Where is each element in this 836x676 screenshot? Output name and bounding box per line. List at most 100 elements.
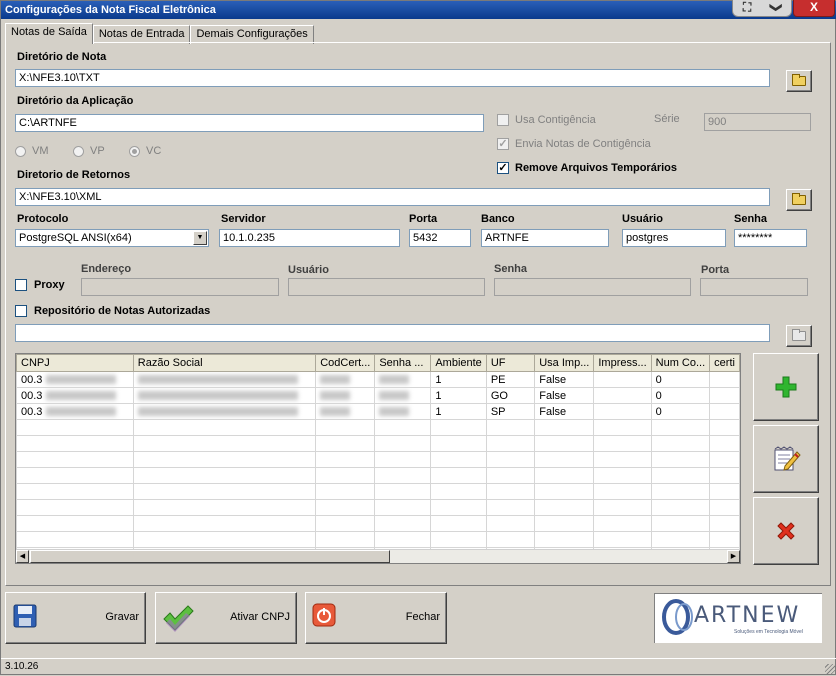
col-codcert[interactable]: CodCert...: [315, 354, 376, 372]
cell-cnpj: 00.3: [21, 389, 43, 402]
proxy-usuario-input[interactable]: [288, 278, 485, 296]
resize-grip-icon[interactable]: [825, 664, 835, 674]
banco-label: Banco: [481, 213, 515, 225]
add-button[interactable]: [753, 353, 819, 421]
col-certi[interactable]: certi: [709, 354, 740, 372]
cell-usa-imp: False: [534, 371, 595, 388]
tab-notas-saida[interactable]: Notas de Saída: [5, 23, 93, 44]
delete-icon: [777, 522, 795, 540]
radio-vm[interactable]: [15, 146, 26, 157]
horizontal-scrollbar[interactable]: ◀ ▶: [16, 549, 740, 563]
restore-icon[interactable]: ⛶: [743, 0, 751, 16]
tab-strip: Notas de Saída Notas de Entrada Demais C…: [5, 23, 314, 44]
folder-icon: [792, 74, 806, 86]
radio-vc-label: VC: [146, 145, 162, 157]
col-cnpj[interactable]: CNPJ: [16, 354, 134, 372]
usuario-input[interactable]: postgres: [622, 229, 726, 247]
checkmark-icon: [163, 605, 194, 632]
grid-header-row: CNPJ Razão Social CodCert... Senha ... A…: [16, 354, 740, 372]
redacted: [46, 391, 117, 401]
window-extra-buttons[interactable]: ⛶ ❯: [732, 0, 792, 17]
cell-certi: [709, 371, 740, 388]
save-icon: [13, 604, 37, 628]
protocolo-select[interactable]: PostgreSQL ANSI(x64) ▼: [15, 229, 209, 247]
redacted: [379, 391, 410, 401]
dir-nota-input[interactable]: X:\NFE3.10\TXT: [15, 69, 770, 87]
cell-impress: [593, 371, 652, 388]
main-window: Configurações da Nota Fiscal Eletrônica …: [0, 0, 836, 675]
close-button[interactable]: X: [793, 0, 835, 17]
radio-vc[interactable]: [129, 146, 140, 157]
col-usa-imp[interactable]: Usa Imp...: [534, 354, 595, 372]
cell-usa-imp: False: [534, 403, 595, 420]
radio-vp[interactable]: [73, 146, 84, 157]
porta-input[interactable]: 5432: [409, 229, 471, 247]
radio-vp-label: VP: [90, 145, 105, 157]
ativar-cnpj-label: Ativar CNPJ: [230, 611, 290, 623]
col-razao-social[interactable]: Razão Social: [132, 354, 317, 372]
col-senha[interactable]: Senha ...: [374, 354, 432, 372]
logo-tagline: Soluções em Tecnologia Móvel: [734, 629, 803, 635]
chevron-down-icon[interactable]: ❯: [768, 2, 785, 12]
proxy-senha-label: Senha: [494, 263, 528, 275]
table-row[interactable]: 00.3 1 GO False 0: [16, 387, 740, 404]
folder-icon: [792, 193, 806, 205]
envia-notas-checkbox[interactable]: ✓: [497, 138, 509, 150]
repositorio-checkbox[interactable]: [15, 305, 27, 317]
banco-input[interactable]: ARTNFE: [481, 229, 609, 247]
scroll-left-icon[interactable]: ◀: [16, 550, 29, 563]
repositorio-input[interactable]: [15, 324, 770, 342]
cell-uf: SP: [485, 403, 536, 420]
endereco-input[interactable]: [81, 278, 279, 296]
col-impress[interactable]: Impress...: [593, 354, 652, 372]
protocolo-label: Protocolo: [17, 213, 69, 225]
table-row[interactable]: 00.3 1 SP False 0: [16, 403, 740, 420]
usa-contingencia-checkbox[interactable]: [497, 114, 509, 126]
dir-retornos-browse-button[interactable]: [786, 189, 812, 211]
dir-retornos-input[interactable]: X:\NFE3.10\XML: [15, 188, 770, 206]
dir-app-label: Diretório da Aplicação: [17, 95, 134, 107]
redacted: [320, 407, 351, 417]
table-row-empty: [16, 483, 740, 500]
scroll-right-icon[interactable]: ▶: [727, 550, 740, 563]
scroll-thumb[interactable]: [30, 550, 390, 563]
dir-app-input[interactable]: C:\ARTNFE: [15, 114, 484, 132]
redacted: [46, 407, 117, 417]
version-label: 3.10.26: [5, 661, 39, 672]
redacted: [379, 407, 410, 417]
chevron-down-icon[interactable]: ▼: [193, 231, 207, 245]
proxy-senha-input[interactable]: [494, 278, 691, 296]
fechar-button[interactable]: Fechar: [305, 592, 447, 644]
cell-num-co: 0: [650, 371, 711, 388]
cell-ambiente: 1: [430, 403, 487, 420]
edit-button[interactable]: [753, 425, 819, 493]
proxy-porta-input[interactable]: [700, 278, 808, 296]
col-uf[interactable]: UF: [485, 354, 536, 372]
envia-notas-label: Envia Notas de Contigência: [515, 138, 651, 150]
cell-usa-imp: False: [534, 387, 595, 404]
col-num-co[interactable]: Num Co...: [650, 354, 711, 372]
table-row-empty: [16, 451, 740, 468]
table-row[interactable]: 00.3 1 PE False 0: [16, 371, 740, 388]
usuario-label: Usuário: [622, 213, 663, 225]
dir-retornos-label: Diretorio de Retornos: [17, 169, 131, 181]
col-ambiente[interactable]: Ambiente: [430, 354, 487, 372]
remove-temp-label: Remove Arquivos Temporários: [515, 162, 677, 174]
redacted: [320, 391, 351, 401]
cell-num-co: 0: [650, 387, 711, 404]
serie-input[interactable]: 900: [704, 113, 811, 131]
redacted: [137, 391, 298, 401]
cell-uf: GO: [485, 387, 536, 404]
proxy-checkbox[interactable]: [15, 279, 27, 291]
repositorio-browse-button[interactable]: [786, 325, 812, 347]
senha-input[interactable]: ********: [734, 229, 807, 247]
cell-cnpj: 00.3: [21, 373, 43, 386]
cnpj-grid[interactable]: CNPJ Razão Social CodCert... Senha ... A…: [15, 353, 741, 564]
servidor-input[interactable]: 10.1.0.235: [219, 229, 400, 247]
ativar-cnpj-button[interactable]: Ativar CNPJ: [155, 592, 297, 644]
dir-nota-browse-button[interactable]: [786, 70, 812, 92]
delete-button[interactable]: [753, 497, 819, 565]
protocolo-value: PostgreSQL ANSI(x64): [19, 232, 132, 244]
remove-temp-checkbox[interactable]: ✓: [497, 162, 509, 174]
gravar-button[interactable]: Gravar: [5, 592, 146, 644]
